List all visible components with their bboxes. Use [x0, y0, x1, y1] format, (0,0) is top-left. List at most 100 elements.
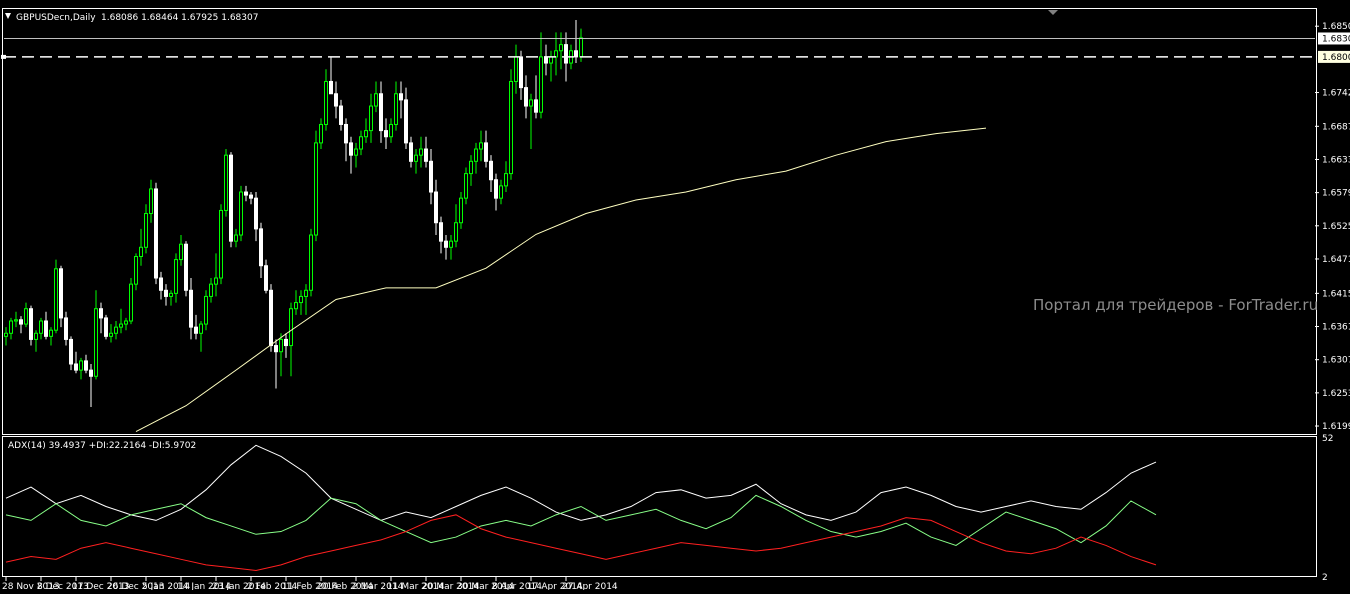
candle-body [544, 56, 548, 64]
candle-body [279, 338, 283, 353]
candle [509, 69, 513, 180]
candle-body [129, 283, 133, 322]
candle-body [494, 179, 498, 199]
candle [309, 228, 313, 297]
candle-body [424, 148, 428, 162]
candle-body [219, 209, 223, 279]
candle-body [254, 197, 258, 230]
candle-body [514, 56, 518, 82]
candle-body [54, 268, 58, 331]
candle-body [384, 130, 388, 138]
price-tick-label: 1.6361 [1322, 323, 1350, 333]
candle-body [19, 319, 23, 325]
candle-body [234, 234, 238, 242]
candle-body [459, 197, 463, 224]
candle-body [9, 320, 13, 334]
candle-body [349, 142, 353, 156]
candle-body [289, 308, 293, 347]
candle-body [59, 268, 63, 319]
candle-body [439, 222, 443, 242]
candle-body [579, 37, 583, 58]
candle-body [309, 234, 313, 291]
candle-body [109, 332, 113, 337]
candle-body [294, 302, 298, 310]
candle-body [139, 246, 143, 258]
adx-axis: 52 2 [1322, 434, 1333, 583]
candle-body [284, 338, 288, 347]
candle-body [479, 142, 483, 150]
candle-body [534, 99, 538, 113]
candle-body [244, 191, 248, 196]
candle-body [449, 240, 453, 248]
candle-body [334, 93, 338, 107]
candle-body [209, 283, 213, 297]
price-axis: 1.6850 1.6742 1.6687 1.6633 1.6579 1.6525 1.64… [1315, 22, 1350, 432]
adx-panel[interactable] [2, 436, 1317, 577]
watermark: Портал для трейдеров - ForTrader.ru [1033, 296, 1318, 314]
candle [239, 185, 243, 242]
price-tick-label: 1.6850 [1322, 22, 1350, 32]
candle-body [324, 80, 328, 125]
candle-body [159, 277, 163, 291]
candle-body [69, 338, 73, 365]
candle-body [259, 228, 263, 267]
candle-body [89, 369, 93, 377]
candle-body [554, 50, 558, 58]
candle-body [164, 289, 168, 297]
mt4-chart-window[interactable]: GBPUSDecn,Daily 1.68086 1.68464 1.67925 … [0, 0, 1350, 592]
candle-body [204, 295, 208, 325]
candle [129, 278, 133, 325]
candle-body [574, 50, 578, 58]
price-tick-label: 1.6525 [1322, 222, 1350, 232]
candle-body [84, 360, 88, 371]
candle-body [224, 154, 228, 211]
adx-tick-label: 2 [1322, 573, 1328, 583]
candle-body [499, 185, 503, 199]
candle-body [344, 123, 348, 144]
candle-body [94, 308, 98, 377]
candle-body [419, 148, 423, 156]
candle-body [469, 160, 473, 175]
candle-body [44, 320, 48, 337]
candle-body [329, 80, 333, 95]
candle-body [399, 93, 403, 101]
candle [154, 182, 158, 285]
price-tick-label: 1.6415 [1322, 289, 1350, 299]
candle-body [104, 317, 108, 337]
candle-body [559, 44, 563, 52]
candle-body [444, 240, 448, 248]
price-tick-label: 1.6471 [1322, 255, 1350, 265]
price-tag-ask: 1.6800 [1322, 53, 1350, 63]
candle-body [239, 191, 243, 236]
price-tick-label: 1.6579 [1322, 189, 1350, 199]
candle-body [394, 93, 398, 125]
candle-body [359, 136, 363, 150]
adx-tick-label: 52 [1322, 434, 1333, 444]
candle-body [339, 105, 343, 125]
symbol-label: GBPUSDecn,Daily [16, 13, 96, 23]
candle [184, 241, 188, 297]
candle-body [134, 256, 138, 285]
ask-line-handle [1, 54, 6, 59]
candle-body [389, 123, 393, 138]
candle-body [249, 194, 253, 199]
candle-body [509, 80, 513, 175]
price-panel[interactable] [2, 8, 1317, 435]
candle-body [29, 308, 33, 340]
candle-body [379, 93, 383, 132]
candle-body [414, 154, 418, 162]
adx-label: ADX(14) 39.4937 +DI:22.2164 -DI:5.9702 [8, 441, 196, 451]
candle [204, 290, 208, 331]
candle-body [434, 191, 438, 224]
candle-body [149, 188, 153, 215]
chart-canvas[interactable]: GBPUSDecn,Daily 1.68086 1.68464 1.67925 … [0, 0, 1350, 592]
candle-body [229, 154, 233, 242]
time-axis: 28 Nov 20138 Dec 201317 Dec 201326 Dec 2… [2, 577, 618, 592]
candle-body [14, 319, 18, 322]
price-tick-label: 1.6253 [1322, 389, 1350, 399]
candle-body [354, 148, 358, 156]
candle [314, 130, 318, 242]
candle-body [49, 329, 53, 337]
candle-body [374, 93, 378, 107]
candle [104, 314, 108, 340]
